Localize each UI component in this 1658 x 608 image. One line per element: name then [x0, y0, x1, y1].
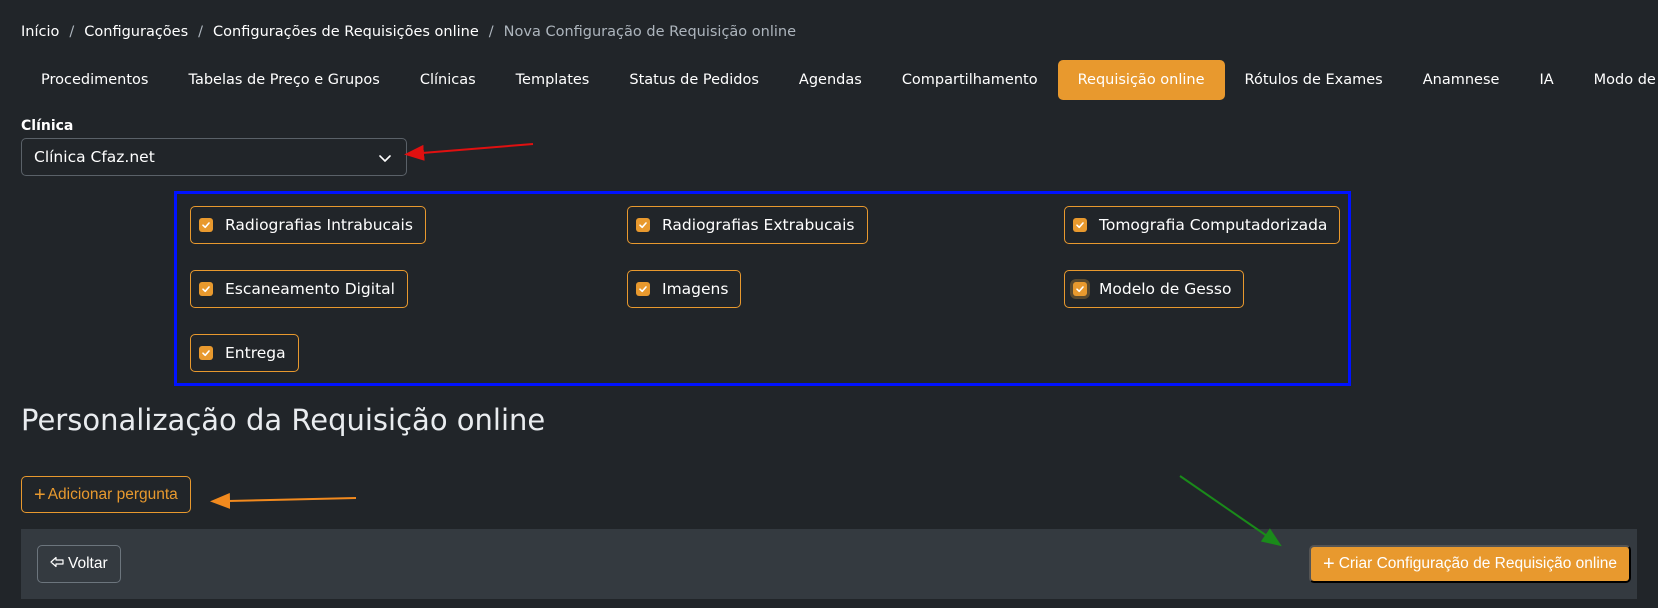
tab-tabelas-de-preco[interactable]: Tabelas de Preço e Grupos [168, 60, 399, 100]
add-question-button[interactable]: + Adicionar pergunta [21, 476, 191, 513]
option-tomografia-computadorizada[interactable]: Tomografia Computadorizada [1064, 206, 1341, 244]
check-icon[interactable] [636, 282, 650, 296]
back-button[interactable]: Voltar [37, 545, 121, 583]
check-icon[interactable] [1073, 218, 1087, 232]
option-modelo-de-gesso[interactable]: Modelo de Gesso [1064, 270, 1245, 308]
option-label: Tomografia Computadorizada [1099, 216, 1328, 234]
tab-compartilhamento[interactable]: Compartilhamento [882, 60, 1058, 100]
option-label: Radiografias Intrabucais [225, 216, 413, 234]
breadcrumb-home[interactable]: Início [21, 24, 59, 40]
tab-templates[interactable]: Templates [496, 60, 610, 100]
plus-icon: + [34, 483, 46, 506]
check-icon[interactable] [199, 346, 213, 360]
breadcrumb: Início / Configurações / Configurações d… [21, 24, 796, 40]
red-annotation-arrow [404, 143, 534, 161]
tab-anamnese[interactable]: Anamnese [1403, 60, 1520, 100]
breadcrumb-settings[interactable]: Configurações [84, 24, 188, 40]
back-label: Voltar [68, 555, 108, 572]
tab-clinicas[interactable]: Clínicas [400, 60, 496, 100]
check-icon[interactable] [199, 282, 213, 296]
check-icon[interactable] [199, 218, 213, 232]
option-entrega[interactable]: Entrega [190, 334, 299, 372]
breadcrumb-separator: / [198, 24, 204, 40]
create-configuration-button[interactable]: + Criar Configuração de Requisição onlin… [1309, 545, 1631, 583]
settings-tabs: Procedimentos Tabelas de Preço e Grupos … [21, 60, 1658, 100]
orange-annotation-arrow [210, 492, 357, 509]
add-question-label: Adicionar pergunta [47, 485, 178, 503]
tab-status-de-pedidos[interactable]: Status de Pedidos [609, 60, 779, 100]
clinic-label: Clínica [21, 118, 74, 134]
create-label: Criar Configuração de Requisição online [1338, 555, 1617, 572]
tab-requisicao-online[interactable]: Requisição online [1057, 60, 1225, 100]
option-escaneamento-digital[interactable]: Escaneamento Digital [190, 270, 408, 308]
breadcrumb-current: Nova Configuração de Requisição online [503, 24, 797, 40]
section-title: Personalização da Requisição online [21, 403, 546, 437]
option-imagens[interactable]: Imagens [627, 270, 742, 308]
tab-rotulos-de-exames[interactable]: Rótulos de Exames [1225, 60, 1403, 100]
option-radiografias-extrabucais[interactable]: Radiografias Extrabucais [627, 206, 868, 244]
arrow-left-icon [50, 555, 64, 573]
check-icon[interactable] [636, 218, 650, 232]
option-label: Escaneamento Digital [225, 280, 395, 298]
tab-modo-de-entrega[interactable]: Modo de entrega [1574, 60, 1658, 100]
breadcrumb-separator: / [69, 24, 75, 40]
check-icon[interactable] [1073, 282, 1087, 296]
breadcrumb-online-requisitions[interactable]: Configurações de Requisições online [213, 24, 479, 40]
chevron-down-icon [378, 151, 392, 169]
tab-ia[interactable]: IA [1519, 60, 1573, 100]
breadcrumb-separator: / [488, 24, 494, 40]
option-radiografias-intrabucais[interactable]: Radiografias Intrabucais [190, 206, 426, 244]
clinic-select-value: Clínica Cfaz.net [34, 148, 155, 166]
tab-procedimentos[interactable]: Procedimentos [21, 60, 168, 100]
option-label: Modelo de Gesso [1099, 280, 1232, 298]
option-label: Imagens [662, 280, 729, 298]
option-label: Radiografias Extrabucais [662, 216, 855, 234]
tab-agendas[interactable]: Agendas [779, 60, 882, 100]
option-label: Entrega [225, 344, 286, 362]
clinic-select[interactable]: Clínica Cfaz.net [21, 138, 407, 176]
plus-icon: + [1323, 553, 1335, 575]
form-footer: Voltar + Criar Configuração de Requisiçã… [21, 529, 1637, 599]
green-annotation-arrow [1179, 475, 1282, 547]
